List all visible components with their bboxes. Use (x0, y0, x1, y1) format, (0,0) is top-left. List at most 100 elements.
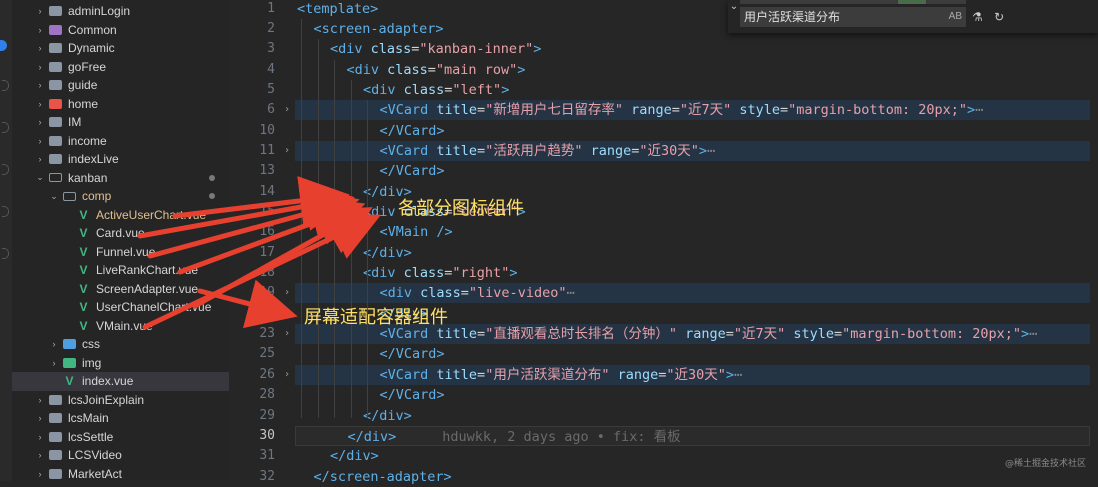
chevron-right-icon: › (52, 357, 56, 368)
code-token: = (477, 142, 486, 159)
file-item[interactable]: V VMain.vue (12, 317, 229, 336)
line-number: 23 (259, 326, 275, 342)
file-item[interactable]: V Funnel.vue (12, 243, 229, 262)
folder-item[interactable]: › css (12, 335, 229, 354)
file-item[interactable]: V ActiveUserChart.vue (12, 206, 229, 225)
tree-item-label: IM (68, 115, 82, 130)
code-line[interactable]: <div class="left"> (295, 80, 1090, 100)
chevron-right-icon: › (38, 431, 42, 442)
code-token: </VCard> (379, 122, 445, 139)
code-line[interactable]: </div> hduwkk, 2 days ago • fix: 看板 (295, 425, 1090, 446)
vue-file-icon: V (79, 300, 88, 315)
find-widget: ⌄ 用户活跃渠道分布 AB ⚗ ↻ (728, 0, 1098, 33)
activity-icon[interactable] (2, 206, 9, 217)
code-line[interactable]: </screen-adapter> (295, 467, 1090, 487)
tree-item-label: img (82, 355, 102, 370)
folder-icon (49, 117, 62, 128)
folder-item[interactable]: ⌄ kanban (12, 169, 229, 188)
code-line[interactable]: </div> (295, 446, 1090, 466)
code-line[interactable]: </VCard> (295, 344, 1090, 364)
code-token: = (477, 326, 486, 343)
code-token: </div> (363, 407, 412, 424)
file-item[interactable]: V UserChanelChart.vue (12, 298, 229, 317)
folder-item[interactable]: › lcsSettle (12, 428, 229, 447)
line-number: 2 (267, 20, 275, 36)
code-line[interactable]: <VCard title="新增用户七日留存率" range="近7天" sty… (295, 100, 1090, 121)
chevron-right-icon: › (38, 394, 42, 405)
folder-icon (49, 24, 62, 35)
line-number: 31 (259, 448, 275, 464)
activity-icon[interactable] (2, 80, 9, 91)
folder-item[interactable]: › img (12, 354, 229, 373)
code-token: style (739, 102, 781, 119)
code-line[interactable]: </div> (295, 243, 1090, 263)
line-number: 14 (259, 183, 275, 199)
tree-item-label: LiveRankChart.vue (96, 263, 199, 278)
file-item[interactable]: Vindex.vue (12, 372, 229, 391)
code-token: range (617, 366, 659, 383)
code-line[interactable]: <div class="right"> (295, 263, 1090, 283)
code-token: <div (379, 285, 421, 302)
folder-item[interactable]: › adminLogin (12, 2, 229, 21)
folder-icon (49, 468, 62, 479)
fold-chevron-icon[interactable]: › (284, 324, 290, 344)
match-case-toggle[interactable]: AB (949, 7, 962, 27)
file-item[interactable]: V ScreenAdapter.vue (12, 280, 229, 299)
code-token: <template> (297, 0, 379, 17)
code-line[interactable]: <VCard title="用户活跃渠道分布" range="近30天">⋯ (295, 364, 1090, 385)
vue-file-icon: V (79, 318, 88, 333)
replace-icon[interactable]: ↻ (994, 10, 1004, 24)
code-token: range (685, 326, 726, 343)
code-token: ⋯ (707, 142, 716, 159)
toggle-replace-chevron-icon[interactable]: ⌄ (728, 0, 740, 33)
activity-icon[interactable] (2, 164, 9, 175)
fold-chevron-icon[interactable]: › (284, 100, 290, 120)
fold-chevron-icon[interactable]: › (284, 283, 290, 303)
code-line[interactable]: <div class="live-video"⋯ (295, 283, 1090, 304)
folder-item[interactable]: › LCSVideo (12, 446, 229, 465)
file-explorer: › adminLogin › Common › Dynamic › goFree › guide ›… (12, 0, 229, 481)
code-token: ⋯ (975, 102, 984, 119)
activity-icon[interactable] (2, 122, 9, 133)
code-token: "right" (452, 265, 510, 282)
folder-item[interactable]: › income (12, 132, 229, 151)
folder-item[interactable]: ⌄ comp (12, 187, 229, 206)
code-line[interactable]: </VCard> (295, 385, 1090, 405)
find-input[interactable]: 用户活跃渠道分布 AB (740, 7, 966, 27)
fold-chevron-icon[interactable]: › (284, 365, 290, 385)
code-editor[interactable]: <template> <screen-adapter> <div class="ka… (295, 0, 1098, 485)
file-item[interactable]: V Card.vue (12, 224, 229, 243)
chevron-right-icon: › (38, 80, 42, 91)
folder-item[interactable]: › indexLive (12, 150, 229, 169)
code-line[interactable]: </div> (295, 406, 1090, 426)
folder-item[interactable]: › goFree (12, 58, 229, 77)
folder-item[interactable]: › home (12, 95, 229, 114)
folder-item[interactable]: › lcsMain (12, 409, 229, 428)
code-token: = (780, 102, 789, 119)
folder-item[interactable]: › guide (12, 76, 229, 95)
code-line[interactable]: <div class="main row"> (295, 60, 1090, 80)
code-line[interactable]: </VCard> (295, 121, 1090, 141)
folder-item[interactable]: › MarketAct (12, 465, 229, 484)
code-token: <div (346, 61, 388, 78)
code-token: style (793, 326, 835, 343)
folder-icon (49, 61, 62, 72)
code-line[interactable]: <VMain /> (295, 222, 1090, 242)
folder-item[interactable]: › Common (12, 21, 229, 40)
folder-item[interactable]: › Dynamic (12, 39, 229, 58)
code-token: "live-video" (468, 285, 567, 302)
code-line[interactable]: <div class="kanban-inner"> (295, 39, 1090, 59)
fold-chevron-icon[interactable]: › (284, 141, 290, 161)
vue-file-icon: V (65, 374, 74, 389)
code-line[interactable]: </VCard> (295, 161, 1090, 181)
folder-item[interactable]: › IM (12, 113, 229, 132)
activity-icon[interactable] (2, 248, 9, 259)
code-token: class (370, 41, 412, 58)
folder-item[interactable]: › lcsJoinExplain (12, 391, 229, 410)
file-item[interactable]: V LiveRankChart.vue (12, 261, 229, 280)
indent-guide (367, 100, 368, 419)
tree-item-label: Common (68, 22, 117, 37)
preserve-case-icon[interactable]: ⚗ (972, 10, 983, 24)
code-line[interactable]: <VCard title="活跃用户趋势" range="近30天">⋯ (295, 140, 1090, 161)
activity-bar (0, 0, 12, 481)
